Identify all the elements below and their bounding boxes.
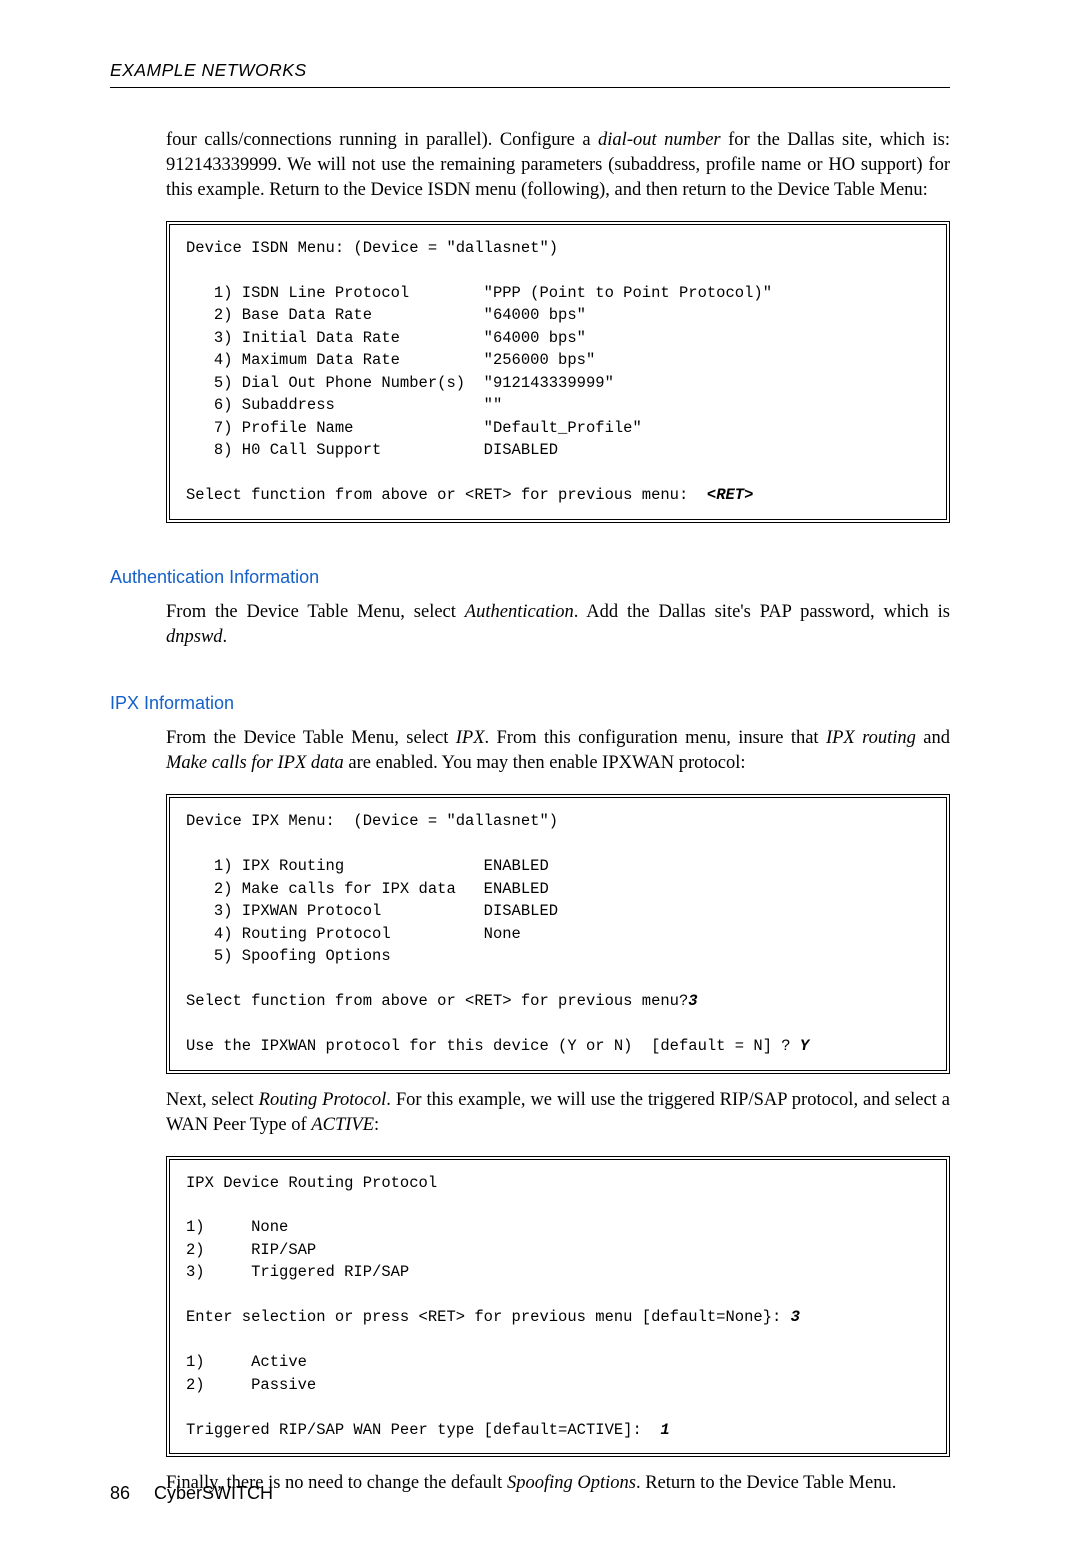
ipx-paragraph-1: From the Device Table Menu, select IPX. … [166,726,950,776]
text-emph: dnpswd [166,627,223,647]
text: and [916,728,950,748]
running-header: EXAMPLE NETWORKS [110,60,950,81]
term-line: 8) H0 Call Support DISABLED [186,441,558,459]
term-input: <RET> [707,486,754,504]
final-paragraph: Finally, there is no need to change the … [166,1471,950,1496]
term-line: 2) RIP/SAP [186,1241,316,1259]
term-prompt: Enter selection or press <RET> for previ… [186,1308,791,1326]
text: . From this configuration menu, insure t… [485,728,826,748]
page-footer: 86 CyberSWITCH [110,1483,273,1504]
text: . Return to the Device Table Menu. [636,1473,896,1493]
term-line: 1) IPX Routing ENABLED [186,857,549,875]
term-line: 7) Profile Name "Default_Profile" [186,419,642,437]
term-title: Device IPX Menu: (Device = "dallasnet") [186,812,558,830]
text-emph: Routing Protocol [259,1090,387,1110]
term-line: 2) Base Data Rate "64000 bps" [186,306,586,324]
term-line: 3) Initial Data Rate "64000 bps" [186,329,586,347]
term-line: 1) None [186,1218,288,1236]
text: Next, select [166,1090,259,1110]
term-line: 3) IPXWAN Protocol DISABLED [186,902,558,920]
text-emph: Authentication [465,602,574,622]
term-line: 1) Active [186,1353,307,1371]
term-input: Y [800,1037,809,1055]
text-emph: IPX [456,728,485,748]
section-heading-ipx: IPX Information [110,693,950,714]
terminal-isdn: Device ISDN Menu: (Device = "dallasnet")… [166,221,950,523]
term-line: 1) ISDN Line Protocol "PPP (Point to Poi… [186,284,772,302]
term-line: 6) Subaddress "" [186,396,502,414]
text-emph: IPX routing [826,728,916,748]
page-number: 86 [110,1483,130,1503]
section-heading-auth: Authentication Information [110,567,950,588]
term-prompt: Select function from above or <RET> for … [186,486,707,504]
text-emph: dial-out number [598,130,721,150]
term-input: 1 [660,1421,669,1439]
terminal-routing: IPX Device Routing Protocol 1) None 2) R… [166,1156,950,1458]
term-prompt: Use the IPXWAN protocol for this device … [186,1037,800,1055]
text: From the Device Table Menu, select [166,602,465,622]
term-line: 5) Spoofing Options [186,947,391,965]
term-prompt: Select function from above or <RET> for … [186,992,688,1010]
ipx-paragraph-2: Next, select Routing Protocol. For this … [166,1088,950,1138]
term-title: Device ISDN Menu: (Device = "dallasnet") [186,239,558,257]
term-input: 3 [688,992,697,1010]
intro-paragraph: four calls/connections running in parall… [166,128,950,203]
text-emph: ACTIVE [311,1115,374,1135]
term-line: 4) Maximum Data Rate "256000 bps" [186,351,595,369]
product-name: CyberSWITCH [154,1483,273,1503]
term-input: 3 [791,1308,800,1326]
term-line: 2) Make calls for IPX data ENABLED [186,880,549,898]
term-prompt: Triggered RIP/SAP WAN Peer type [default… [186,1421,660,1439]
term-line: 5) Dial Out Phone Number(s) "91214333999… [186,374,614,392]
text: four calls/connections running in parall… [166,130,598,150]
terminal-ipx: Device IPX Menu: (Device = "dallasnet") … [166,794,950,1073]
term-line: 3) Triggered RIP/SAP [186,1263,409,1281]
text: . [223,627,228,647]
text-emph: Spoofing Options [507,1473,636,1493]
text-emph: Make calls for IPX data [166,753,344,773]
term-line: 4) Routing Protocol None [186,925,521,943]
text: . Add the Dallas site's PAP password, wh… [574,602,950,622]
header-rule [110,87,950,88]
text: : [374,1115,379,1135]
term-title: IPX Device Routing Protocol [186,1174,437,1192]
auth-paragraph: From the Device Table Menu, select Authe… [166,600,950,650]
text: are enabled. You may then enable IPXWAN … [344,753,746,773]
text: From the Device Table Menu, select [166,728,456,748]
term-line: 2) Passive [186,1376,316,1394]
page: EXAMPLE NETWORKS four calls/connections … [0,0,1080,1554]
